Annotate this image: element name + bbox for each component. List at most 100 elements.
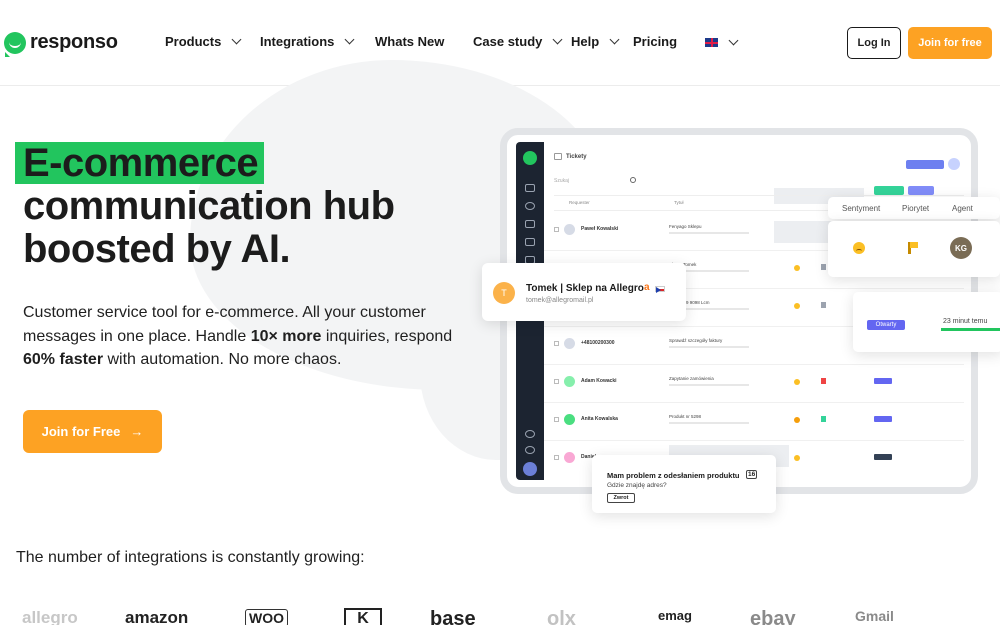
avatar: [564, 414, 575, 425]
filters-button: [908, 186, 934, 195]
login-button[interactable]: Log In: [847, 27, 901, 59]
status-time: 23 minut temu: [943, 318, 988, 325]
table-row: Adam Kowacki Zapytanie zamówienia: [544, 365, 964, 403]
ebay-logo: ebay: [750, 608, 796, 625]
user-avatar: [948, 158, 960, 170]
k-logo: K: [344, 608, 382, 625]
hero-highlight: E-commerce: [15, 142, 265, 184]
emag-logo: emag: [658, 608, 692, 623]
language-selector[interactable]: [705, 35, 739, 47]
arrow-right-icon: →: [130, 424, 144, 439]
chevron-down-icon: [344, 34, 355, 45]
star-icon: [525, 238, 535, 246]
menu-whats-new[interactable]: Whats New: [375, 34, 444, 49]
chart-icon: [525, 220, 535, 228]
inbox-icon: [525, 184, 535, 192]
menu-integrations[interactable]: Integrations: [260, 34, 355, 49]
filter-pill: [874, 186, 904, 195]
join-free-nav-button[interactable]: Join for free: [908, 27, 992, 59]
menu-case-study[interactable]: Case study: [473, 34, 563, 49]
table-row: Anita Kowalska Produkt nr 5298: [544, 403, 964, 441]
text-line: [669, 422, 749, 424]
text-line: [669, 346, 749, 348]
chevron-down-icon: [552, 34, 563, 45]
row-checkbox: [554, 227, 559, 232]
status-card: Otwarty 23 minut temu: [853, 292, 1000, 352]
users-icon: [525, 202, 535, 210]
customer-name: Tomek | Sklep na Allegro: [526, 283, 644, 294]
hero-title-line3: boosted by AI.: [23, 227, 291, 271]
user-avatar: [523, 462, 537, 476]
avatar: [564, 376, 575, 387]
base-logo: base: [430, 608, 476, 625]
priority-flag-icon: [821, 416, 826, 422]
czech-flag-icon: [655, 286, 665, 293]
agent-avatar: KG: [950, 237, 972, 259]
settings-icon: [525, 446, 535, 454]
message-card: Mam problem z odesłaniem produktu 16 Gdz…: [592, 455, 776, 513]
ticket-icon: [554, 153, 562, 160]
priority-flag-icon: [821, 378, 826, 384]
message-title: Mam problem z odesłaniem produktu: [607, 471, 740, 480]
brand-name: responso: [30, 31, 118, 53]
row-checkbox: [554, 417, 559, 422]
status-badge: [874, 454, 892, 460]
amazon-icon: a: [644, 282, 650, 293]
gmail-logo: Gmail: [855, 608, 894, 624]
sentiment-icon: [794, 303, 800, 309]
row-checkbox: [554, 379, 559, 384]
sentiment-icon: [794, 417, 800, 423]
amazon-logo: amazon: [125, 608, 189, 625]
chevron-down-icon: [609, 34, 620, 45]
integrations-logos: allegro amazon WOO K base olx emag ebay …: [0, 605, 1000, 625]
sentiment-icon: [794, 379, 800, 385]
add-channel-button: [906, 160, 944, 169]
join-free-hero-button[interactable]: Join for Free →: [23, 410, 162, 453]
text-line: [669, 384, 749, 386]
status-badge: [874, 416, 892, 422]
hero-title-line2: communication hub: [23, 184, 395, 228]
menu-pricing[interactable]: Pricing: [633, 34, 677, 49]
message-count: 16: [746, 470, 758, 479]
text-line: [669, 232, 749, 234]
screen-title: Tickety: [566, 154, 587, 160]
row-checkbox: [554, 341, 559, 346]
customer-avatar: T: [493, 282, 515, 304]
avatar: [564, 338, 575, 349]
help-icon: [525, 430, 535, 438]
priority-flag-icon: [908, 242, 918, 254]
integrations-title: The number of integrations is constantly…: [16, 549, 365, 566]
woocommerce-logo: WOO: [245, 609, 288, 625]
avatar: [564, 452, 575, 463]
search-icon: [630, 177, 636, 183]
olx-logo: olx: [547, 608, 576, 625]
priority-flag-icon: [821, 302, 826, 308]
brand-logo[interactable]: responso: [4, 31, 118, 57]
app-logo-icon: [523, 151, 537, 165]
search-input: Szukaj: [554, 178, 570, 184]
sentiment-icon: [794, 265, 800, 271]
row-checkbox: [554, 455, 559, 460]
message-subtitle: Gdzie znajdę adres?: [607, 482, 667, 489]
priority-flag-icon: [821, 264, 826, 270]
customer-email: tomek@allegromail.pl: [526, 297, 594, 304]
status-badge: [874, 378, 892, 384]
progress-bar: [941, 328, 1000, 331]
customer-card: T Tomek | Sklep na Allegro a tomek@alleg…: [482, 263, 686, 321]
avatar: [564, 224, 575, 235]
top-navbar: responso Products Integrations Whats New…: [0, 0, 1000, 86]
menu-help[interactable]: Help: [571, 34, 620, 49]
status-badge: Otwarty: [867, 320, 905, 330]
return-button: Zwrot: [607, 493, 635, 503]
columns-header-card: Sentyment Piorytet Agent: [828, 197, 1000, 219]
ticket-attributes-card: KG: [828, 221, 1000, 277]
menu-products[interactable]: Products: [165, 34, 242, 49]
uk-flag-icon: [705, 38, 718, 47]
sentiment-icon: [794, 455, 800, 461]
chevron-down-icon: [231, 34, 242, 45]
chevron-down-icon: [728, 35, 739, 46]
hero-description: Customer service tool for e-commerce. Al…: [23, 304, 453, 368]
responso-logo-icon: [4, 31, 26, 57]
hero-title: E-commerce communication hub boosted by …: [15, 142, 395, 271]
allegro-logo: allegro: [22, 608, 78, 625]
